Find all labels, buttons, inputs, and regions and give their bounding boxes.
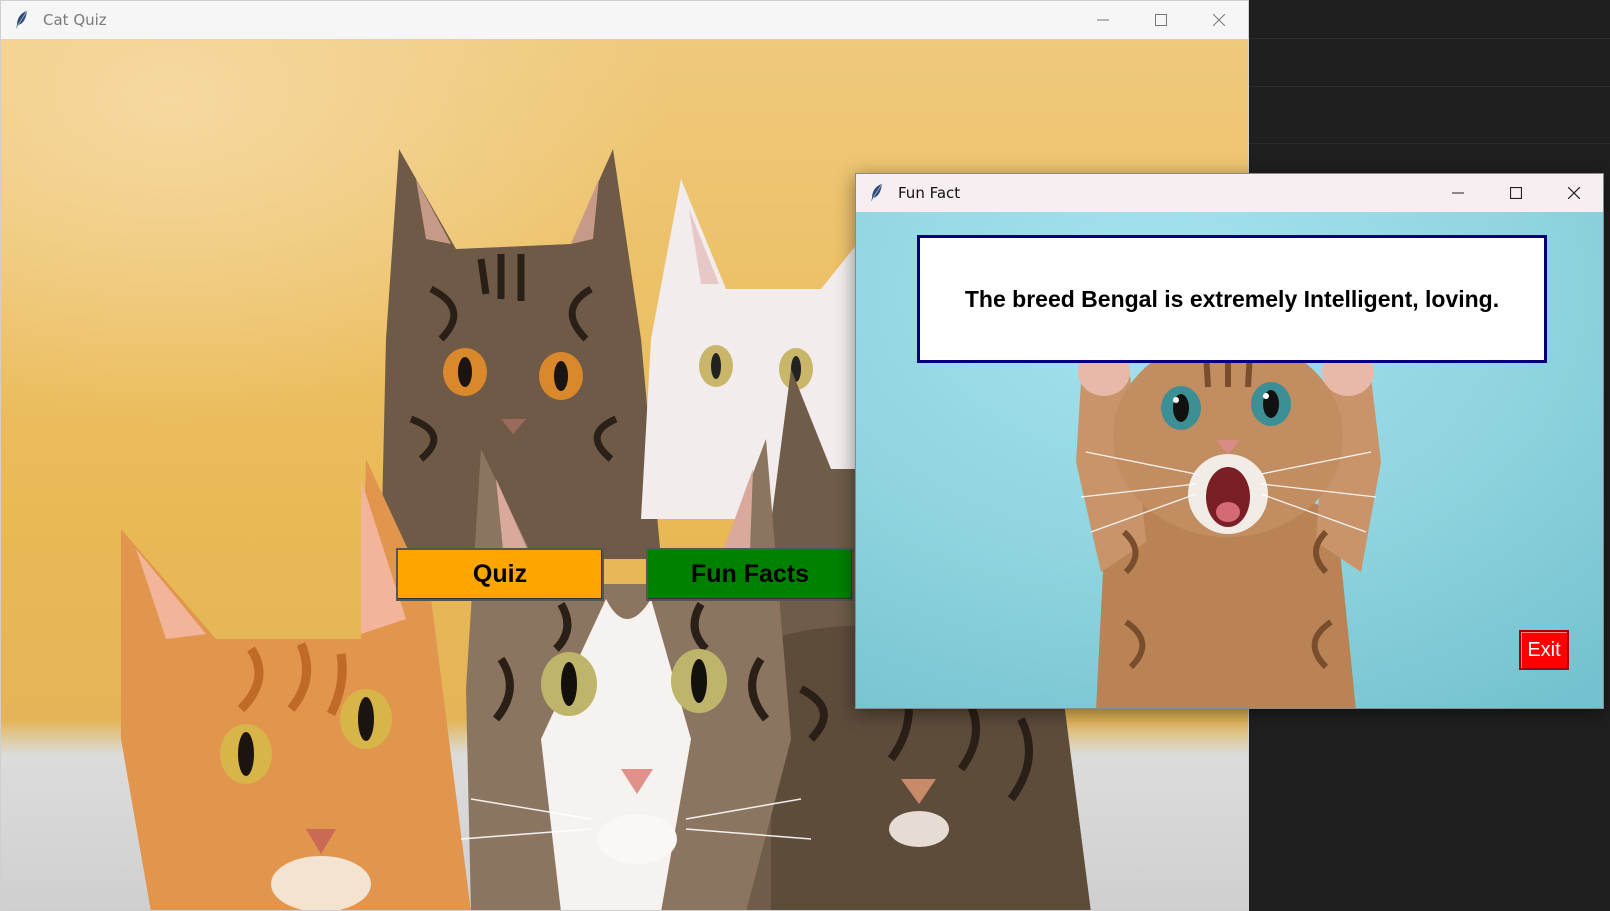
- maximize-button[interactable]: [1487, 174, 1545, 212]
- divider: [1248, 143, 1610, 144]
- minimize-button[interactable]: [1074, 1, 1132, 39]
- minimize-button[interactable]: [1429, 174, 1487, 212]
- fact-text-box: The breed Bengal is extremely Intelligen…: [917, 235, 1547, 363]
- divider: [1248, 86, 1610, 87]
- window-title: Cat Quiz: [43, 11, 107, 29]
- maximize-icon: [1155, 14, 1167, 26]
- window-title: Fun Fact: [898, 184, 961, 202]
- minimize-icon: [1097, 19, 1109, 21]
- minimize-icon: [1452, 192, 1464, 194]
- quiz-button[interactable]: Quiz: [396, 548, 604, 601]
- exit-button[interactable]: Exit: [1519, 630, 1569, 670]
- fun-facts-button[interactable]: Fun Facts: [646, 548, 854, 601]
- close-icon: [1213, 14, 1225, 26]
- close-icon: [1568, 187, 1580, 199]
- maximize-button[interactable]: [1132, 1, 1190, 39]
- feather-icon: [11, 9, 33, 31]
- title-bar[interactable]: Fun Fact: [856, 174, 1603, 212]
- surprised-cat-image: The breed Bengal is extremely Intelligen…: [856, 212, 1603, 708]
- title-bar[interactable]: Cat Quiz: [1, 1, 1248, 39]
- divider: [1248, 38, 1610, 39]
- close-button[interactable]: [1190, 1, 1248, 39]
- feather-icon: [866, 182, 888, 204]
- close-button[interactable]: [1545, 174, 1603, 212]
- tabby-cat-back: [381, 149, 661, 559]
- fun-fact-window: Fun Fact The breed Bengal is extremely I…: [855, 173, 1604, 709]
- maximize-icon: [1510, 187, 1522, 199]
- fact-text: The breed Bengal is extremely Intelligen…: [964, 285, 1500, 312]
